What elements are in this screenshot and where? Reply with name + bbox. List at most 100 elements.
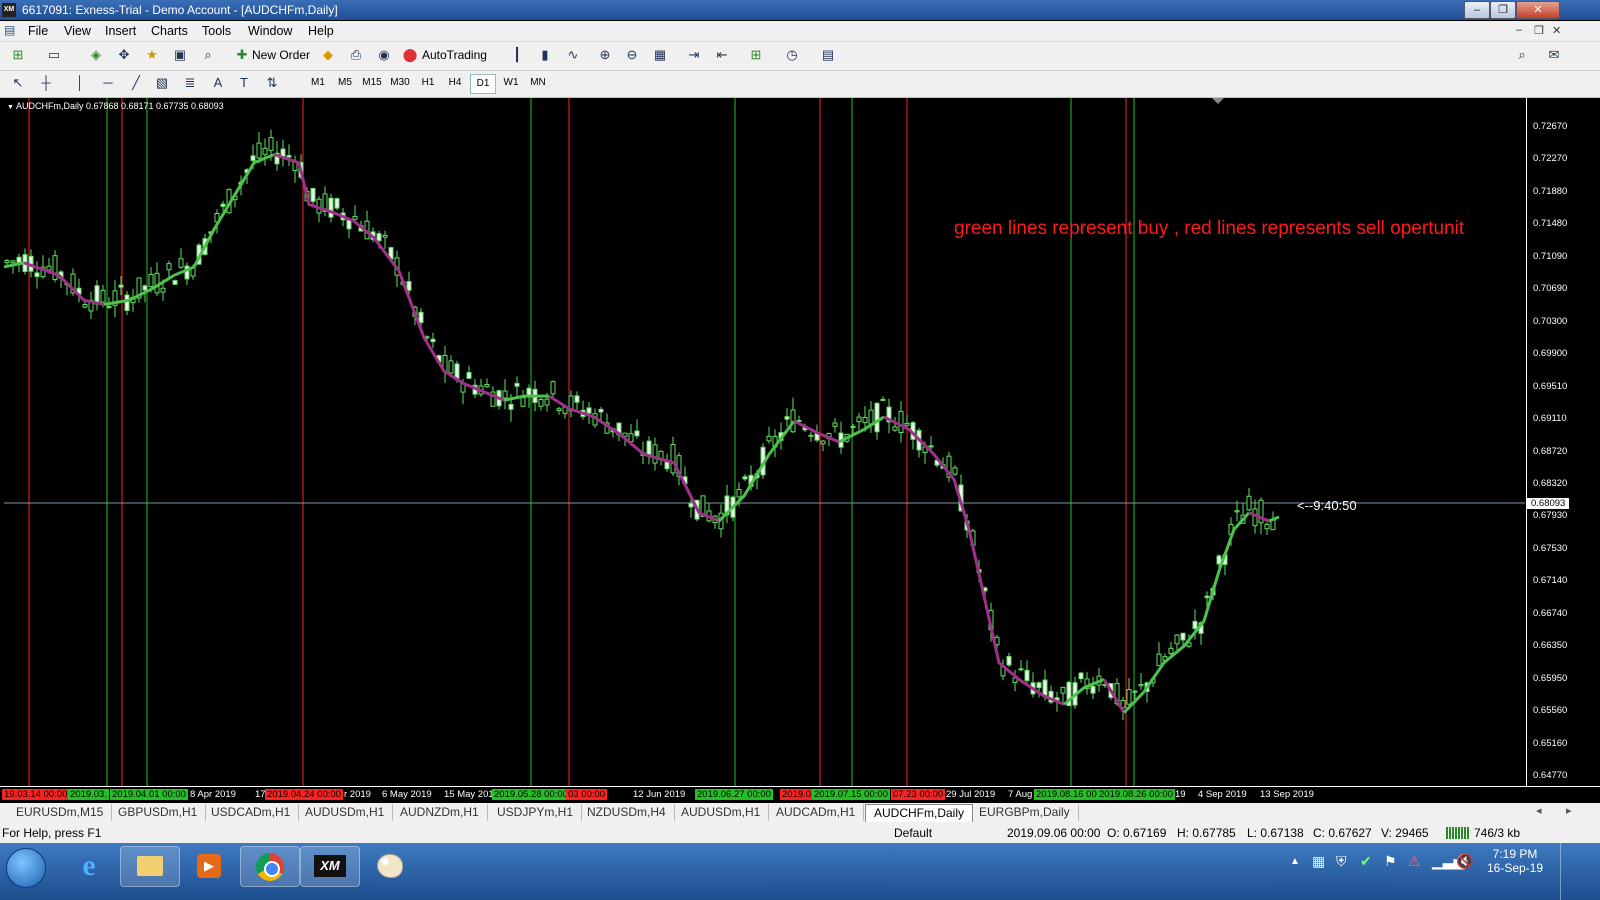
trendline-icon[interactable]: ╱ xyxy=(126,74,146,92)
tabs-scroll-left-icon[interactable]: ◂ xyxy=(1536,804,1542,817)
tabs-scroll-right-icon[interactable]: ▸ xyxy=(1566,804,1572,817)
tray-flag-icon[interactable]: ⚑ xyxy=(1384,853,1397,870)
profiles-icon[interactable]: ▭ xyxy=(44,46,64,64)
status-close: C: 0.67627 xyxy=(1313,826,1372,840)
candle-body xyxy=(862,416,868,424)
tab-audusdm-h1[interactable]: AUDUSDm,H1 xyxy=(297,804,394,821)
templates-icon[interactable]: ▤ xyxy=(818,46,838,64)
text-label-icon[interactable]: T xyxy=(234,74,254,92)
time-tick-label: 2019.06.27 00:00 xyxy=(695,789,773,800)
search-icon[interactable]: ⌕ xyxy=(1512,46,1532,64)
price-chart[interactable]: ▼ AUDCHFm,Daily 0.67868 0.68171 0.67735 … xyxy=(4,98,1525,786)
chart-canvas[interactable] xyxy=(4,98,1525,786)
ma-up-segment xyxy=(1268,515,1280,523)
terminal-icon[interactable]: ▣ xyxy=(170,46,190,64)
menu-window[interactable]: Window xyxy=(248,24,292,38)
new-order-button[interactable]: New Order xyxy=(252,48,310,62)
tray-security-icon[interactable]: ⛨ xyxy=(1336,853,1347,870)
line-chart-icon[interactable]: ∿ xyxy=(563,46,583,64)
tray-expand-icon[interactable]: ▲ xyxy=(1290,856,1300,867)
horizontal-line-icon[interactable]: ─ xyxy=(98,74,118,92)
tile-windows-icon[interactable]: ▦ xyxy=(650,46,670,64)
market-watch-icon[interactable]: ◈ xyxy=(86,46,106,64)
tab-eurgbpm-daily[interactable]: EURGBPm,Daily xyxy=(971,804,1079,821)
mdi-minimize-button[interactable]: – xyxy=(1516,24,1522,36)
file-explorer-icon[interactable] xyxy=(120,846,180,887)
vertical-line-icon[interactable]: │ xyxy=(70,74,90,92)
timeframe-d1[interactable]: D1 xyxy=(470,74,496,94)
timeframe-w1[interactable]: W1 xyxy=(499,74,523,92)
autotrading-icon[interactable]: ⬤ xyxy=(400,46,420,64)
tab-audchfm-daily[interactable]: AUDCHFm,Daily xyxy=(865,804,973,822)
restore-button[interactable]: ❐ xyxy=(1490,1,1516,19)
start-button-icon[interactable] xyxy=(6,848,46,888)
tab-audnzdm-h1[interactable]: AUDNZDm,H1 xyxy=(392,804,488,821)
tray-network-icon[interactable]: ▦ xyxy=(1312,853,1325,870)
media-player-icon[interactable]: ▶ xyxy=(180,846,238,885)
channel-icon[interactable]: ▧ xyxy=(152,74,172,92)
tray-alert-icon[interactable]: ⚠ xyxy=(1408,853,1421,870)
zoom-in-icon[interactable]: ⊕ xyxy=(595,46,615,64)
fibonacci-icon[interactable]: ≣ xyxy=(180,74,200,92)
xm-terminal-icon[interactable]: XM xyxy=(300,846,360,887)
auto-scroll-icon[interactable]: ⇥ xyxy=(684,46,704,64)
candle-body xyxy=(1060,686,1066,694)
menu-view[interactable]: View xyxy=(64,24,91,38)
arrows-icon[interactable]: ⇅ xyxy=(262,74,282,92)
tab-audusdm-h1-2[interactable]: AUDUSDm,H1 xyxy=(673,804,770,821)
metaeditor-icon[interactable]: ◆ xyxy=(318,46,338,64)
autotrading-button[interactable]: AutoTrading xyxy=(422,48,487,62)
tray-volume-icon[interactable]: 🔇 xyxy=(1456,853,1473,870)
mdi-restore-button[interactable]: ❐ xyxy=(1534,24,1544,37)
timeframe-m1[interactable]: M1 xyxy=(306,74,330,92)
candle-body xyxy=(898,410,904,434)
time-tick-label: 17 xyxy=(255,789,266,800)
crosshair-icon[interactable]: ┼ xyxy=(36,74,56,92)
timeframe-mn[interactable]: MN xyxy=(526,74,550,92)
timeframe-m5[interactable]: M5 xyxy=(333,74,357,92)
strategy-tester-icon[interactable]: ⌕ xyxy=(198,46,218,64)
menu-insert[interactable]: Insert xyxy=(105,24,136,38)
tab-usdjpym-h1[interactable]: USDJPYm,H1 xyxy=(489,804,583,821)
text-icon[interactable]: A xyxy=(208,74,228,92)
candlestick-icon[interactable]: ▮ xyxy=(535,46,555,64)
paint-icon[interactable] xyxy=(360,846,418,885)
system-clock[interactable]: 7:19 PM 16-Sep-19 xyxy=(1480,847,1550,875)
mdi-close-button[interactable]: ✕ xyxy=(1552,24,1561,37)
menu-tools[interactable]: Tools xyxy=(202,24,231,38)
timeframe-h4[interactable]: H4 xyxy=(443,74,467,92)
internet-explorer-icon[interactable]: e xyxy=(60,846,118,885)
navigator-icon[interactable]: ★ xyxy=(142,46,162,64)
collapse-arrow-icon[interactable]: ▼ xyxy=(7,104,14,111)
chrome-icon[interactable] xyxy=(240,846,300,887)
close-button[interactable]: ✕ xyxy=(1516,1,1560,19)
tab-usdcadm-h1[interactable]: USDCADm,H1 xyxy=(203,804,300,821)
crosshair-nav-icon[interactable]: ✥ xyxy=(114,46,134,64)
candle-body xyxy=(502,390,508,399)
new-chart-icon[interactable]: ⊞ xyxy=(8,46,28,64)
tab-nzdusdm-h4[interactable]: NZDUSDm,H4 xyxy=(579,804,675,821)
tab-gbpusdm-h1[interactable]: GBPUSDm,H1 xyxy=(110,804,207,821)
chat-icon[interactable]: ✉ xyxy=(1544,46,1564,64)
tray-shield-icon[interactable]: ✔ xyxy=(1360,853,1372,870)
indicators-icon[interactable]: ⊞ xyxy=(746,46,766,64)
menu-file[interactable]: File xyxy=(28,24,48,38)
timeframe-m15[interactable]: M15 xyxy=(360,74,384,92)
chart-window-icon[interactable]: ▤ xyxy=(4,23,15,37)
periods-icon[interactable]: ◷ xyxy=(782,46,802,64)
signals-icon[interactable]: ◉ xyxy=(374,46,394,64)
menu-charts[interactable]: Charts xyxy=(151,24,188,38)
new-order-icon[interactable]: ✚ xyxy=(232,46,252,64)
zoom-out-icon[interactable]: ⊖ xyxy=(622,46,642,64)
minimize-button[interactable]: – xyxy=(1464,1,1490,19)
tab-eurusdm-m15[interactable]: EURUSDm,M15 xyxy=(8,804,113,821)
bar-chart-icon[interactable]: ┃ xyxy=(507,46,527,64)
timeframe-m30[interactable]: M30 xyxy=(388,74,412,92)
chart-shift-icon[interactable]: ⇤ xyxy=(712,46,732,64)
cursor-icon[interactable]: ↖ xyxy=(8,74,28,92)
show-desktop-button[interactable] xyxy=(1560,843,1600,900)
timeframe-h1[interactable]: H1 xyxy=(416,74,440,92)
tab-audcadm-h1[interactable]: AUDCADm,H1 xyxy=(768,804,865,821)
menu-help[interactable]: Help xyxy=(308,24,334,38)
print-icon[interactable]: ⎙ xyxy=(346,46,366,64)
